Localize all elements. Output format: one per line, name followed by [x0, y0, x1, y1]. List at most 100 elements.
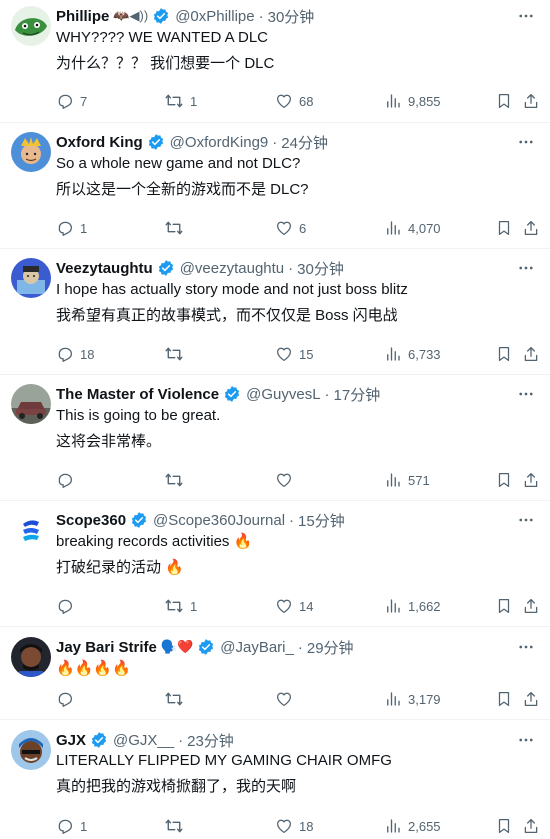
display-name[interactable]: Jay Bari Strife [56, 639, 157, 656]
retweet-button[interactable] [164, 816, 190, 836]
timestamp[interactable]: 24分钟 [281, 132, 328, 153]
verified-badge-icon[interactable] [130, 511, 148, 529]
handle[interactable]: @JayBari_ [220, 639, 294, 656]
more-options-icon[interactable] [516, 510, 536, 530]
more-options-icon[interactable] [516, 6, 536, 26]
views-icon [384, 690, 402, 708]
tweet[interactable]: Phillipe 🦇◀)) @0xPhillipe · 30分钟 WHY????… [0, 0, 550, 123]
bookmark-button[interactable] [495, 816, 513, 836]
timestamp[interactable]: 30分钟 [297, 258, 344, 279]
like-button[interactable] [275, 689, 299, 709]
reply-button[interactable]: 1 [56, 218, 87, 238]
name-emoji: 🗣️❤️ [160, 639, 194, 654]
retweet-button[interactable] [164, 218, 190, 238]
share-icon [522, 92, 540, 110]
reply-button[interactable] [56, 689, 80, 709]
bookmark-button[interactable] [495, 689, 513, 709]
avatar[interactable] [11, 258, 51, 298]
handle[interactable]: @Scope360Journal [153, 512, 285, 529]
like-button[interactable] [275, 470, 299, 490]
avatar[interactable] [11, 510, 51, 550]
display-name[interactable]: GJX [56, 732, 86, 749]
handle[interactable]: @veezytaughtu [180, 260, 284, 277]
views-button[interactable]: 1,662 [384, 596, 441, 616]
view-count: 4,070 [408, 220, 441, 236]
share-button[interactable] [522, 91, 540, 111]
views-button[interactable]: 571 [384, 470, 430, 490]
display-name[interactable]: The Master of Violence [56, 386, 219, 403]
timestamp[interactable]: 29分钟 [307, 637, 354, 658]
share-button[interactable] [522, 218, 540, 238]
more-options-icon[interactable] [516, 384, 536, 404]
verified-badge-icon[interactable] [90, 731, 108, 749]
views-button[interactable]: 6,733 [384, 344, 441, 364]
display-name[interactable]: Scope360 [56, 512, 126, 529]
verified-badge-icon[interactable] [147, 133, 165, 151]
reply-button[interactable]: 7 [56, 91, 87, 111]
bookmark-button[interactable] [495, 91, 513, 111]
like-button[interactable]: 15 [275, 344, 313, 364]
handle[interactable]: @GuyvesL [246, 386, 320, 403]
handle[interactable]: @GJX__ [113, 732, 174, 749]
avatar[interactable] [11, 637, 51, 677]
more-options-icon[interactable] [516, 258, 536, 278]
more-options-icon[interactable] [516, 132, 536, 152]
views-button[interactable]: 9,855 [384, 91, 441, 111]
retweet-button[interactable]: 1 [164, 596, 197, 616]
like-button[interactable]: 6 [275, 218, 306, 238]
views-button[interactable]: 2,655 [384, 816, 441, 836]
views-button[interactable]: 3,179 [384, 689, 441, 709]
tweet[interactable]: Scope360 @Scope360Journal · 15分钟 breakin… [0, 501, 550, 627]
reply-button[interactable]: 18 [56, 344, 94, 364]
share-button[interactable] [522, 816, 540, 836]
verified-badge-icon[interactable] [197, 638, 215, 656]
timestamp[interactable]: 17分钟 [334, 384, 381, 405]
handle[interactable]: @OxfordKing9 [170, 134, 269, 151]
bookmark-button[interactable] [495, 218, 513, 238]
retweet-button[interactable] [164, 470, 190, 490]
tweet[interactable]: Veezytaughtu @veezytaughtu · 30分钟 I hope… [0, 249, 550, 375]
display-name[interactable]: Oxford King [56, 134, 143, 151]
retweet-button[interactable]: 1 [164, 91, 197, 111]
like-icon [275, 597, 293, 615]
share-button[interactable] [522, 689, 540, 709]
separator-dot: · [272, 133, 278, 151]
retweet-button[interactable] [164, 689, 190, 709]
like-button[interactable]: 14 [275, 596, 313, 616]
handle[interactable]: @0xPhillipe [175, 8, 254, 25]
views-button[interactable]: 4,070 [384, 218, 441, 238]
avatar[interactable] [11, 6, 51, 46]
like-count: 18 [299, 818, 314, 834]
like-button[interactable]: 68 [275, 91, 313, 111]
tweet[interactable]: Jay Bari Strife 🗣️❤️ @JayBari_ · 29分钟 🔥🔥… [0, 627, 550, 720]
bookmark-button[interactable] [495, 596, 513, 616]
more-options-icon[interactable] [516, 730, 536, 750]
like-button[interactable]: 18 [275, 816, 313, 836]
timestamp[interactable]: 23分钟 [187, 730, 234, 751]
verified-badge-icon[interactable] [223, 385, 241, 403]
bookmark-button[interactable] [495, 344, 513, 364]
avatar[interactable] [11, 730, 51, 770]
verified-badge-icon[interactable] [157, 259, 175, 277]
share-button[interactable] [522, 596, 540, 616]
reply-button[interactable] [56, 470, 80, 490]
reply-button[interactable]: 1 [56, 816, 87, 836]
tweet[interactable]: GJX @GJX__ · 23分钟 LITERALLY FLIPPED MY G… [0, 720, 550, 839]
bookmark-button[interactable] [495, 470, 513, 490]
timestamp[interactable]: 30分钟 [268, 6, 315, 27]
reply-button[interactable] [56, 596, 80, 616]
display-name[interactable]: Phillipe [56, 8, 109, 25]
avatar[interactable] [11, 132, 51, 172]
reply-count: 1 [80, 818, 88, 834]
avatar[interactable] [11, 384, 51, 424]
views-icon [384, 345, 402, 363]
share-button[interactable] [522, 470, 540, 490]
retweet-button[interactable] [164, 344, 190, 364]
display-name[interactable]: Veezytaughtu [56, 260, 153, 277]
tweet[interactable]: Oxford King @OxfordKing9 · 24分钟 So a who… [0, 123, 550, 249]
more-options-icon[interactable] [516, 637, 536, 657]
timestamp[interactable]: 15分钟 [298, 510, 345, 531]
verified-badge-icon[interactable] [152, 7, 170, 25]
tweet[interactable]: The Master of Violence @GuyvesL · 17分钟 T… [0, 375, 550, 501]
share-button[interactable] [522, 344, 540, 364]
